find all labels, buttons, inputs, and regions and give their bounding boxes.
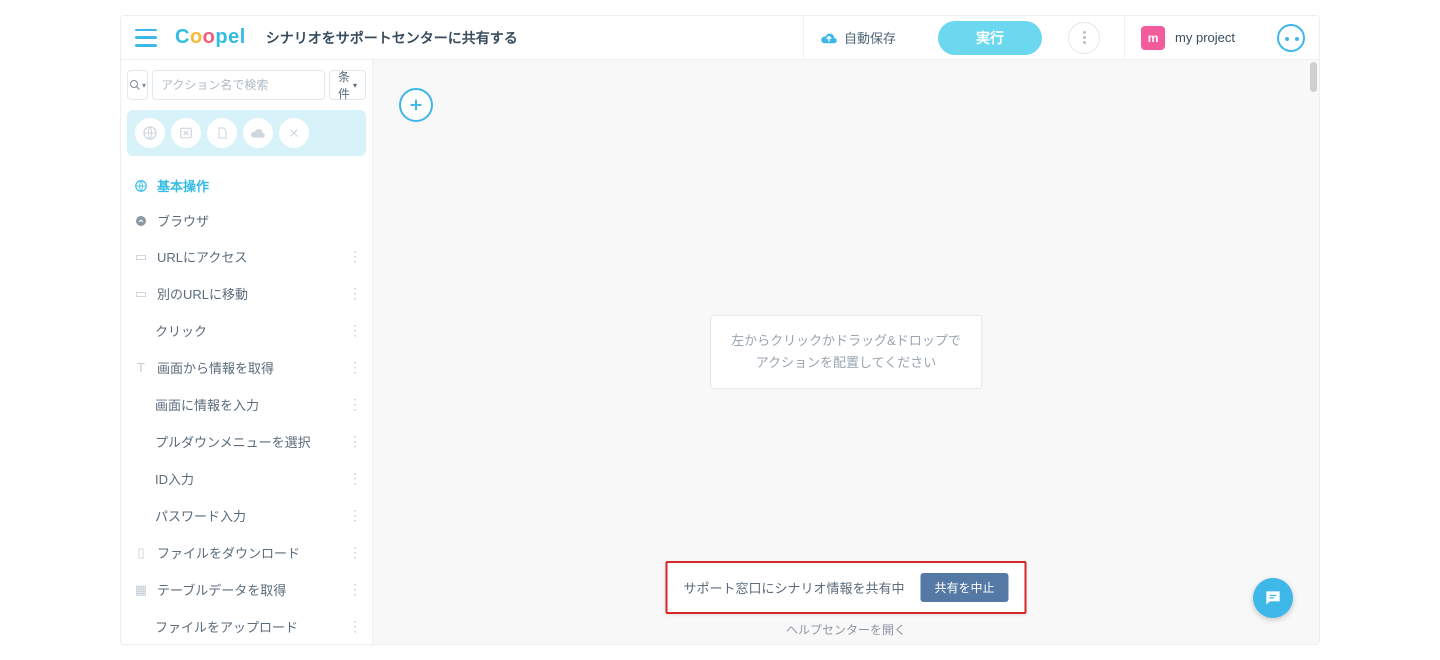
share-status-text: サポート窓口にシナリオ情報を共有中 bbox=[683, 578, 904, 597]
action-id-input[interactable]: ID入力⋮ bbox=[127, 460, 366, 497]
action-url-move[interactable]: ▭別のURLに移動⋮ bbox=[127, 275, 366, 312]
app-logo[interactable]: Coopel bbox=[175, 26, 246, 49]
action-password-input[interactable]: パスワード入力⋮ bbox=[127, 497, 366, 534]
action-file-upload[interactable]: ファイルをアップロード⋮ bbox=[127, 608, 366, 644]
action-file-download[interactable]: ▯ファイルをダウンロード⋮ bbox=[127, 534, 366, 571]
action-sidebar: ▾ 条件▾ 基本操作 bbox=[121, 60, 373, 644]
canvas-placeholder: 左からクリックかドラッグ&ドロップで アクションを配置してください bbox=[710, 315, 982, 389]
action-get-screen-info[interactable]: T画面から情報を取得⋮ bbox=[127, 349, 366, 386]
app-header: Coopel シナリオをサポートセンターに共有する 自動保存 実行 m my p… bbox=[121, 16, 1319, 60]
search-icon bbox=[129, 79, 141, 91]
condition-filter-button[interactable]: 条件▾ bbox=[329, 70, 366, 100]
window-icon: ▭ bbox=[133, 249, 149, 265]
scenario-canvas[interactable]: 左からクリックかドラッグ&ドロップで アクションを配置してください サポート窓口… bbox=[373, 60, 1319, 644]
filter-tools-icon[interactable] bbox=[279, 118, 309, 148]
chat-fab-button[interactable] bbox=[1253, 578, 1293, 618]
vertical-dots-icon bbox=[1083, 31, 1086, 44]
project-name-label: my project bbox=[1175, 30, 1235, 45]
action-search-input[interactable] bbox=[152, 70, 325, 100]
project-avatar-icon: m bbox=[1141, 26, 1165, 50]
filter-excel-icon[interactable] bbox=[171, 118, 201, 148]
table-icon: ▦ bbox=[133, 582, 149, 598]
action-table-data[interactable]: ▦テーブルデータを取得⋮ bbox=[127, 571, 366, 608]
autosave-label: 自動保存 bbox=[844, 28, 896, 47]
filter-web-icon[interactable] bbox=[135, 118, 165, 148]
menu-hamburger-icon[interactable] bbox=[135, 29, 157, 47]
category-browser[interactable]: ブラウザ bbox=[127, 203, 366, 238]
action-url-access[interactable]: ▭URLにアクセス⋮ bbox=[127, 238, 366, 275]
plus-icon bbox=[408, 97, 424, 113]
category-label: 基本操作 bbox=[157, 176, 209, 195]
autosave-indicator[interactable]: 自動保存 bbox=[803, 16, 912, 59]
action-click[interactable]: クリック⋮ bbox=[127, 312, 366, 349]
filter-file-icon[interactable] bbox=[207, 118, 237, 148]
category-basic[interactable]: 基本操作 bbox=[127, 168, 366, 203]
globe-icon bbox=[133, 179, 149, 193]
run-button[interactable]: 実行 bbox=[938, 21, 1042, 55]
help-center-link[interactable]: ヘルプセンターを開く bbox=[786, 621, 906, 638]
action-pulldown-select[interactable]: プルダウンメニューを選択⋮ bbox=[127, 423, 366, 460]
filter-cloud-icon[interactable] bbox=[243, 118, 273, 148]
text-icon: T bbox=[133, 360, 149, 375]
share-status-bar: サポート窓口にシナリオ情報を共有中 共有を中止 bbox=[665, 561, 1026, 614]
category-label: ブラウザ bbox=[157, 211, 209, 230]
chat-icon bbox=[1263, 588, 1283, 608]
stop-share-button[interactable]: 共有を中止 bbox=[921, 573, 1009, 602]
robot-icon[interactable] bbox=[1277, 24, 1305, 52]
more-options-button[interactable] bbox=[1068, 22, 1100, 54]
file-icon: ▯ bbox=[133, 545, 149, 561]
cloud-upload-icon bbox=[820, 31, 838, 45]
project-selector[interactable]: m my project bbox=[1124, 16, 1251, 59]
window-icon: ▭ bbox=[133, 286, 149, 302]
search-button[interactable]: ▾ bbox=[127, 70, 148, 100]
type-filter-bar bbox=[127, 110, 366, 156]
action-input-screen-info[interactable]: 画面に情報を入力⋮ bbox=[127, 386, 366, 423]
scenario-title: シナリオをサポートセンターに共有する bbox=[266, 28, 518, 48]
canvas-scrollbar[interactable] bbox=[1307, 60, 1319, 644]
add-node-button[interactable] bbox=[399, 88, 433, 122]
chevron-up-icon bbox=[133, 215, 149, 227]
